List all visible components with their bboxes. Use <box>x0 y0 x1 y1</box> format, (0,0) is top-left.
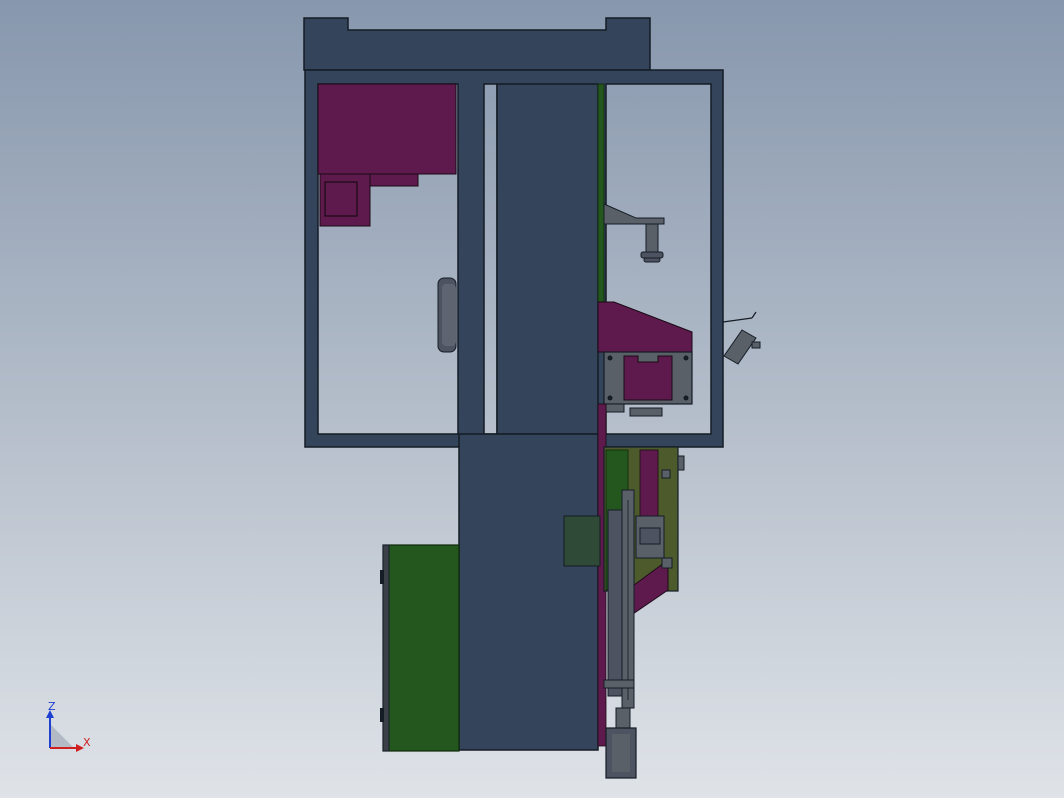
top-bracket-arm <box>603 203 665 263</box>
green-plate-upper <box>597 83 605 303</box>
green-motor-box <box>380 544 460 752</box>
vertical-actuator <box>603 489 635 729</box>
triad-plane <box>50 724 74 748</box>
bottom-cylinder <box>605 727 637 779</box>
top-rail <box>303 17 651 71</box>
cad-viewport[interactable] <box>0 0 1064 798</box>
magenta-wedge <box>597 301 693 353</box>
round-hub <box>437 277 457 353</box>
z-axis-label: Z <box>48 700 56 713</box>
x-axis-label: X <box>83 736 91 749</box>
side-switch <box>722 311 761 365</box>
magenta-motor-block <box>317 83 457 227</box>
axis-triad: Z X <box>46 700 91 752</box>
control-box <box>603 351 693 417</box>
